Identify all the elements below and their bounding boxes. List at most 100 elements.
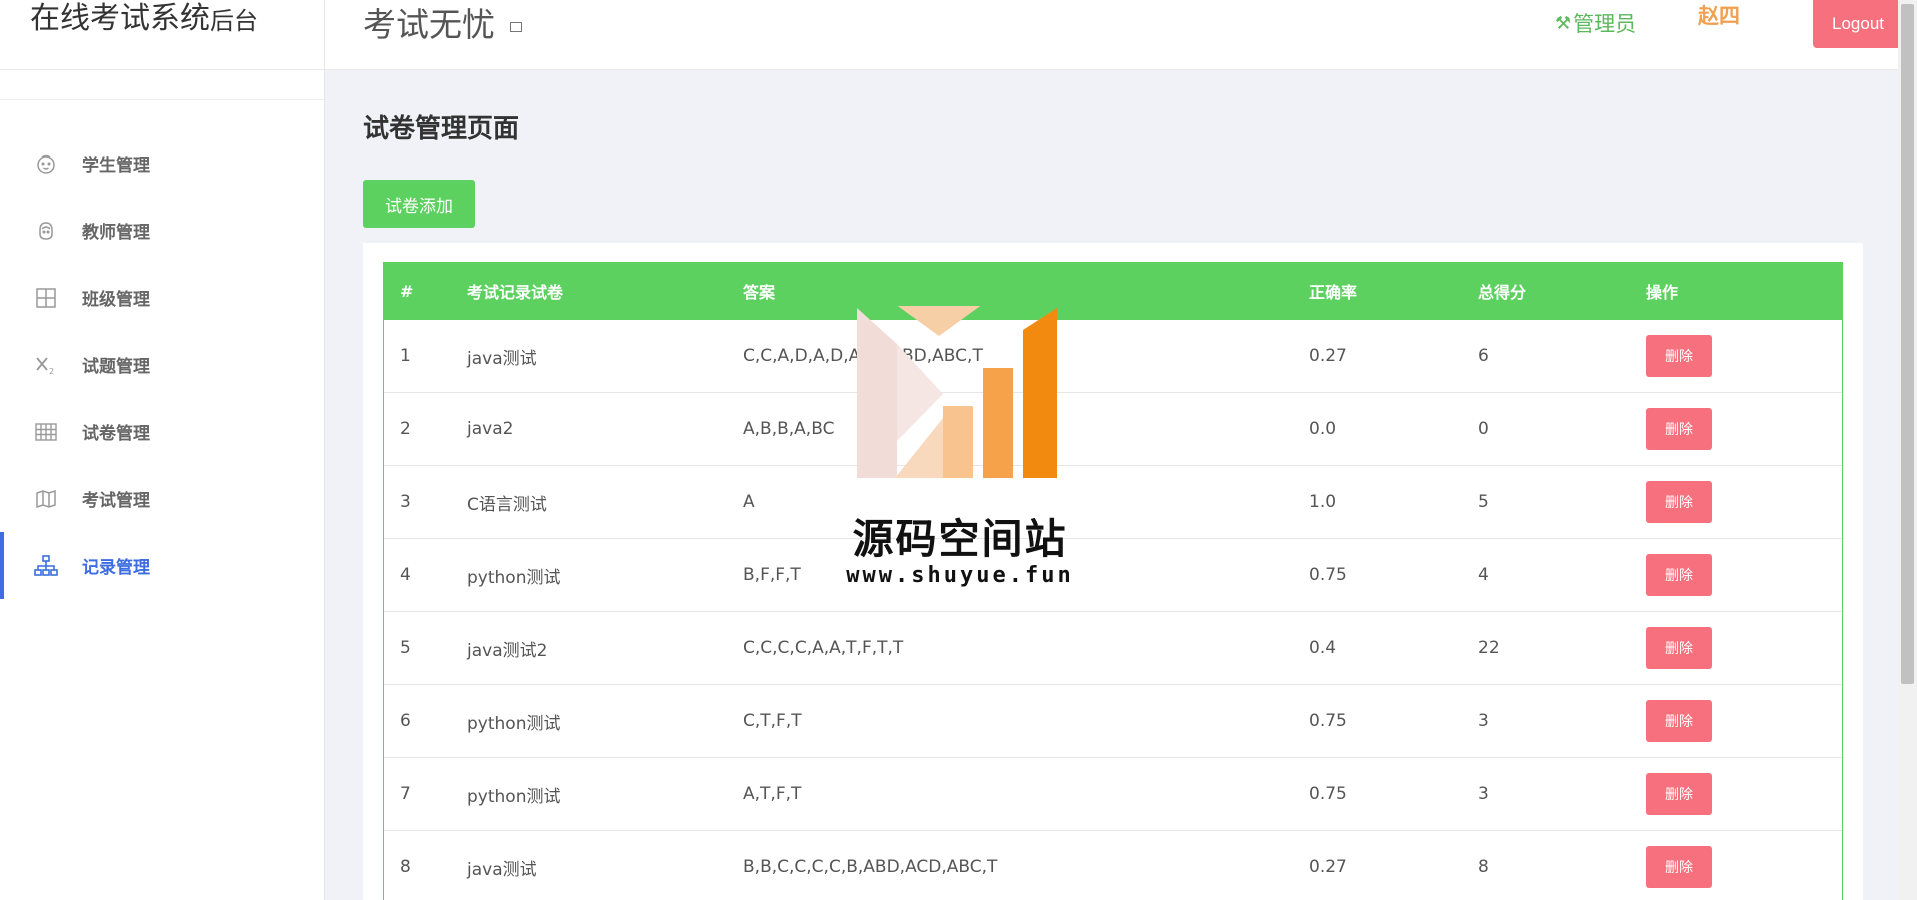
table-icon [34, 420, 58, 444]
table-body: 1java测试C,C,A,D,A,D,ABD,ABD,ABC,T0.276删除2… [384, 320, 1842, 900]
cell-index: 3 [400, 492, 411, 512]
map-icon [34, 487, 58, 511]
table-row: 1java测试C,C,A,D,A,D,ABD,ABD,ABC,T0.276删除 [384, 320, 1842, 393]
delete-button[interactable]: 删除 [1646, 481, 1712, 523]
table-row: 6 python测试 C,T,F,T 0.75 3 删除 [384, 685, 1842, 758]
role-label: 管理员 [1573, 12, 1637, 36]
scrollbar-thumb[interactable] [1901, 4, 1914, 684]
cell-score: 0 [1478, 419, 1489, 439]
sidebar-item-label: 教师管理 [82, 223, 150, 243]
cell-actions: 删除 [1646, 554, 1842, 596]
delete-button[interactable]: 删除 [1646, 627, 1712, 669]
sidebar-item-teachers[interactable]: 教师管理 [0, 197, 324, 264]
cell-actions: 删除 [1646, 846, 1842, 888]
table-header: # 考试记录试卷 答案 正确率 总得分 操作 [384, 262, 1842, 320]
column-header-answer: 答案 [743, 283, 776, 302]
svg-text:2: 2 [49, 367, 54, 376]
sidebar-divider [0, 70, 324, 100]
cell-answer: B,B,C,C,C,C,B,ABD,ACD,ABC,T [743, 857, 998, 877]
cell-actions: 删除 [1646, 481, 1842, 523]
grid-icon [34, 286, 58, 310]
cell-index: 1 [400, 346, 411, 366]
delete-button[interactable]: 删除 [1646, 335, 1712, 377]
delete-button[interactable]: 删除 [1646, 408, 1712, 450]
cell-answer: C,C,C,C,A,A,T,F,T,T [743, 638, 904, 658]
cell-accuracy: 1.0 [1309, 492, 1337, 512]
sidebar-item-classes[interactable]: 班级管理 [0, 264, 324, 331]
delete-button[interactable]: 删除 [1646, 773, 1712, 815]
cell-actions: 删除 [1646, 700, 1842, 742]
cell-paper-name: java2 [467, 419, 514, 439]
cell-paper-name: java测试 [467, 859, 537, 880]
watermark-text: 源码空间站 [852, 515, 1068, 563]
cell-index: 4 [400, 565, 411, 585]
top-header: 考试无忧 ⚒ 管理员 赵四 Logout [325, 0, 1903, 70]
cell-actions: 删除 [1646, 773, 1842, 815]
records-card: # 考试记录试卷 答案 正确率 总得分 操作 1java测试C,C,A,D,A,… [363, 243, 1863, 900]
sidebar-item-students[interactable]: 学生管理 [0, 130, 324, 197]
sidebar-item-records[interactable]: 记录管理 [0, 532, 324, 599]
cell-accuracy: 0.0 [1309, 419, 1337, 439]
brand-title: 在线考试系统 [30, 1, 210, 36]
cell-paper-name: C语言测试 [467, 494, 547, 515]
brand: 在线考试系统 后台 [0, 0, 324, 70]
sitemap-icon [34, 554, 58, 578]
records-table: # 考试记录试卷 答案 正确率 总得分 操作 1java测试C,C,A,D,A,… [383, 262, 1843, 900]
cell-accuracy: 0.75 [1309, 565, 1347, 585]
cell-score: 3 [1478, 711, 1489, 731]
add-paper-button[interactable]: 试卷添加 [363, 180, 475, 228]
cell-score: 3 [1478, 784, 1489, 804]
face-icon [34, 152, 58, 176]
cell-index: 8 [400, 857, 411, 877]
column-header-paper: 考试记录试卷 [467, 283, 564, 302]
user-role: ⚒ 管理员 [1555, 8, 1636, 38]
cell-actions: 删除 [1646, 335, 1842, 377]
column-header-score: 总得分 [1478, 283, 1527, 302]
teacher-icon [34, 219, 58, 243]
cell-index: 6 [400, 711, 411, 731]
page-title: 试卷管理页面 [363, 114, 520, 144]
sidebar-item-label: 试卷管理 [82, 424, 150, 444]
cell-accuracy: 0.27 [1309, 346, 1347, 366]
cell-score: 8 [1478, 857, 1489, 877]
column-header-accuracy: 正确率 [1309, 283, 1358, 302]
sidebar-menu: 学生管理 教师管理 班级管理 2 试题管理 试卷管理 考试管理 记录管理 [0, 130, 324, 599]
cell-accuracy: 0.4 [1309, 638, 1337, 658]
app-title: 考试无忧 [363, 5, 495, 44]
cell-answer: C,T,F,T [743, 711, 802, 731]
table-row: 3 C语言测试 A 1.0 5 删除 [384, 466, 1842, 539]
sidebar-item-exams[interactable]: 考试管理 [0, 465, 324, 532]
column-header-actions: 操作 [1646, 283, 1679, 302]
scrollbar[interactable] [1898, 0, 1917, 900]
sidebar: 在线考试系统 后台 学生管理 教师管理 班级管理 2 试题管理 试卷管理 考试管… [0, 0, 325, 900]
gavel-icon: ⚒ [1555, 12, 1572, 34]
cell-accuracy: 0.27 [1309, 857, 1347, 877]
delete-button[interactable]: 删除 [1646, 846, 1712, 888]
table-row: 2 java2 A,B,B,A,BC 0.0 0 删除 [384, 393, 1842, 466]
table-row: 7 python测试 A,T,F,T 0.75 3 删除 [384, 758, 1842, 831]
table-row: 8 java测试 B,B,C,C,C,C,B,ABD,ACD,ABC,T 0.27 8 删… [384, 831, 1842, 900]
column-header-index: # [400, 281, 414, 301]
sidebar-item-label: 考试管理 [82, 491, 150, 511]
cell-actions: 删除 [1646, 627, 1842, 669]
cell-score: 4 [1478, 565, 1489, 585]
cell-score: 6 [1478, 346, 1489, 366]
logout-button[interactable]: Logout [1813, 0, 1903, 48]
cell-accuracy: 0.75 [1309, 711, 1347, 731]
image-placeholder-icon [510, 22, 522, 32]
cell-paper-name: python测试 [467, 713, 561, 734]
sidebar-item-questions[interactable]: 2 试题管理 [0, 331, 324, 398]
watermark-url: www.shuyue.fun [846, 563, 1074, 588]
cell-paper-name: python测试 [467, 567, 561, 588]
cell-paper-name: python测试 [467, 786, 561, 807]
delete-button[interactable]: 删除 [1646, 554, 1712, 596]
sidebar-item-label: 班级管理 [82, 290, 150, 310]
username: 赵四 [1698, 4, 1740, 28]
sidebar-item-label: 记录管理 [82, 558, 150, 578]
delete-button[interactable]: 删除 [1646, 700, 1712, 742]
sidebar-item-label: 试题管理 [82, 357, 150, 377]
subscript-icon: 2 [34, 353, 58, 377]
cell-accuracy: 0.75 [1309, 784, 1347, 804]
sidebar-item-papers[interactable]: 试卷管理 [0, 398, 324, 465]
cell-index: 2 [400, 419, 411, 439]
